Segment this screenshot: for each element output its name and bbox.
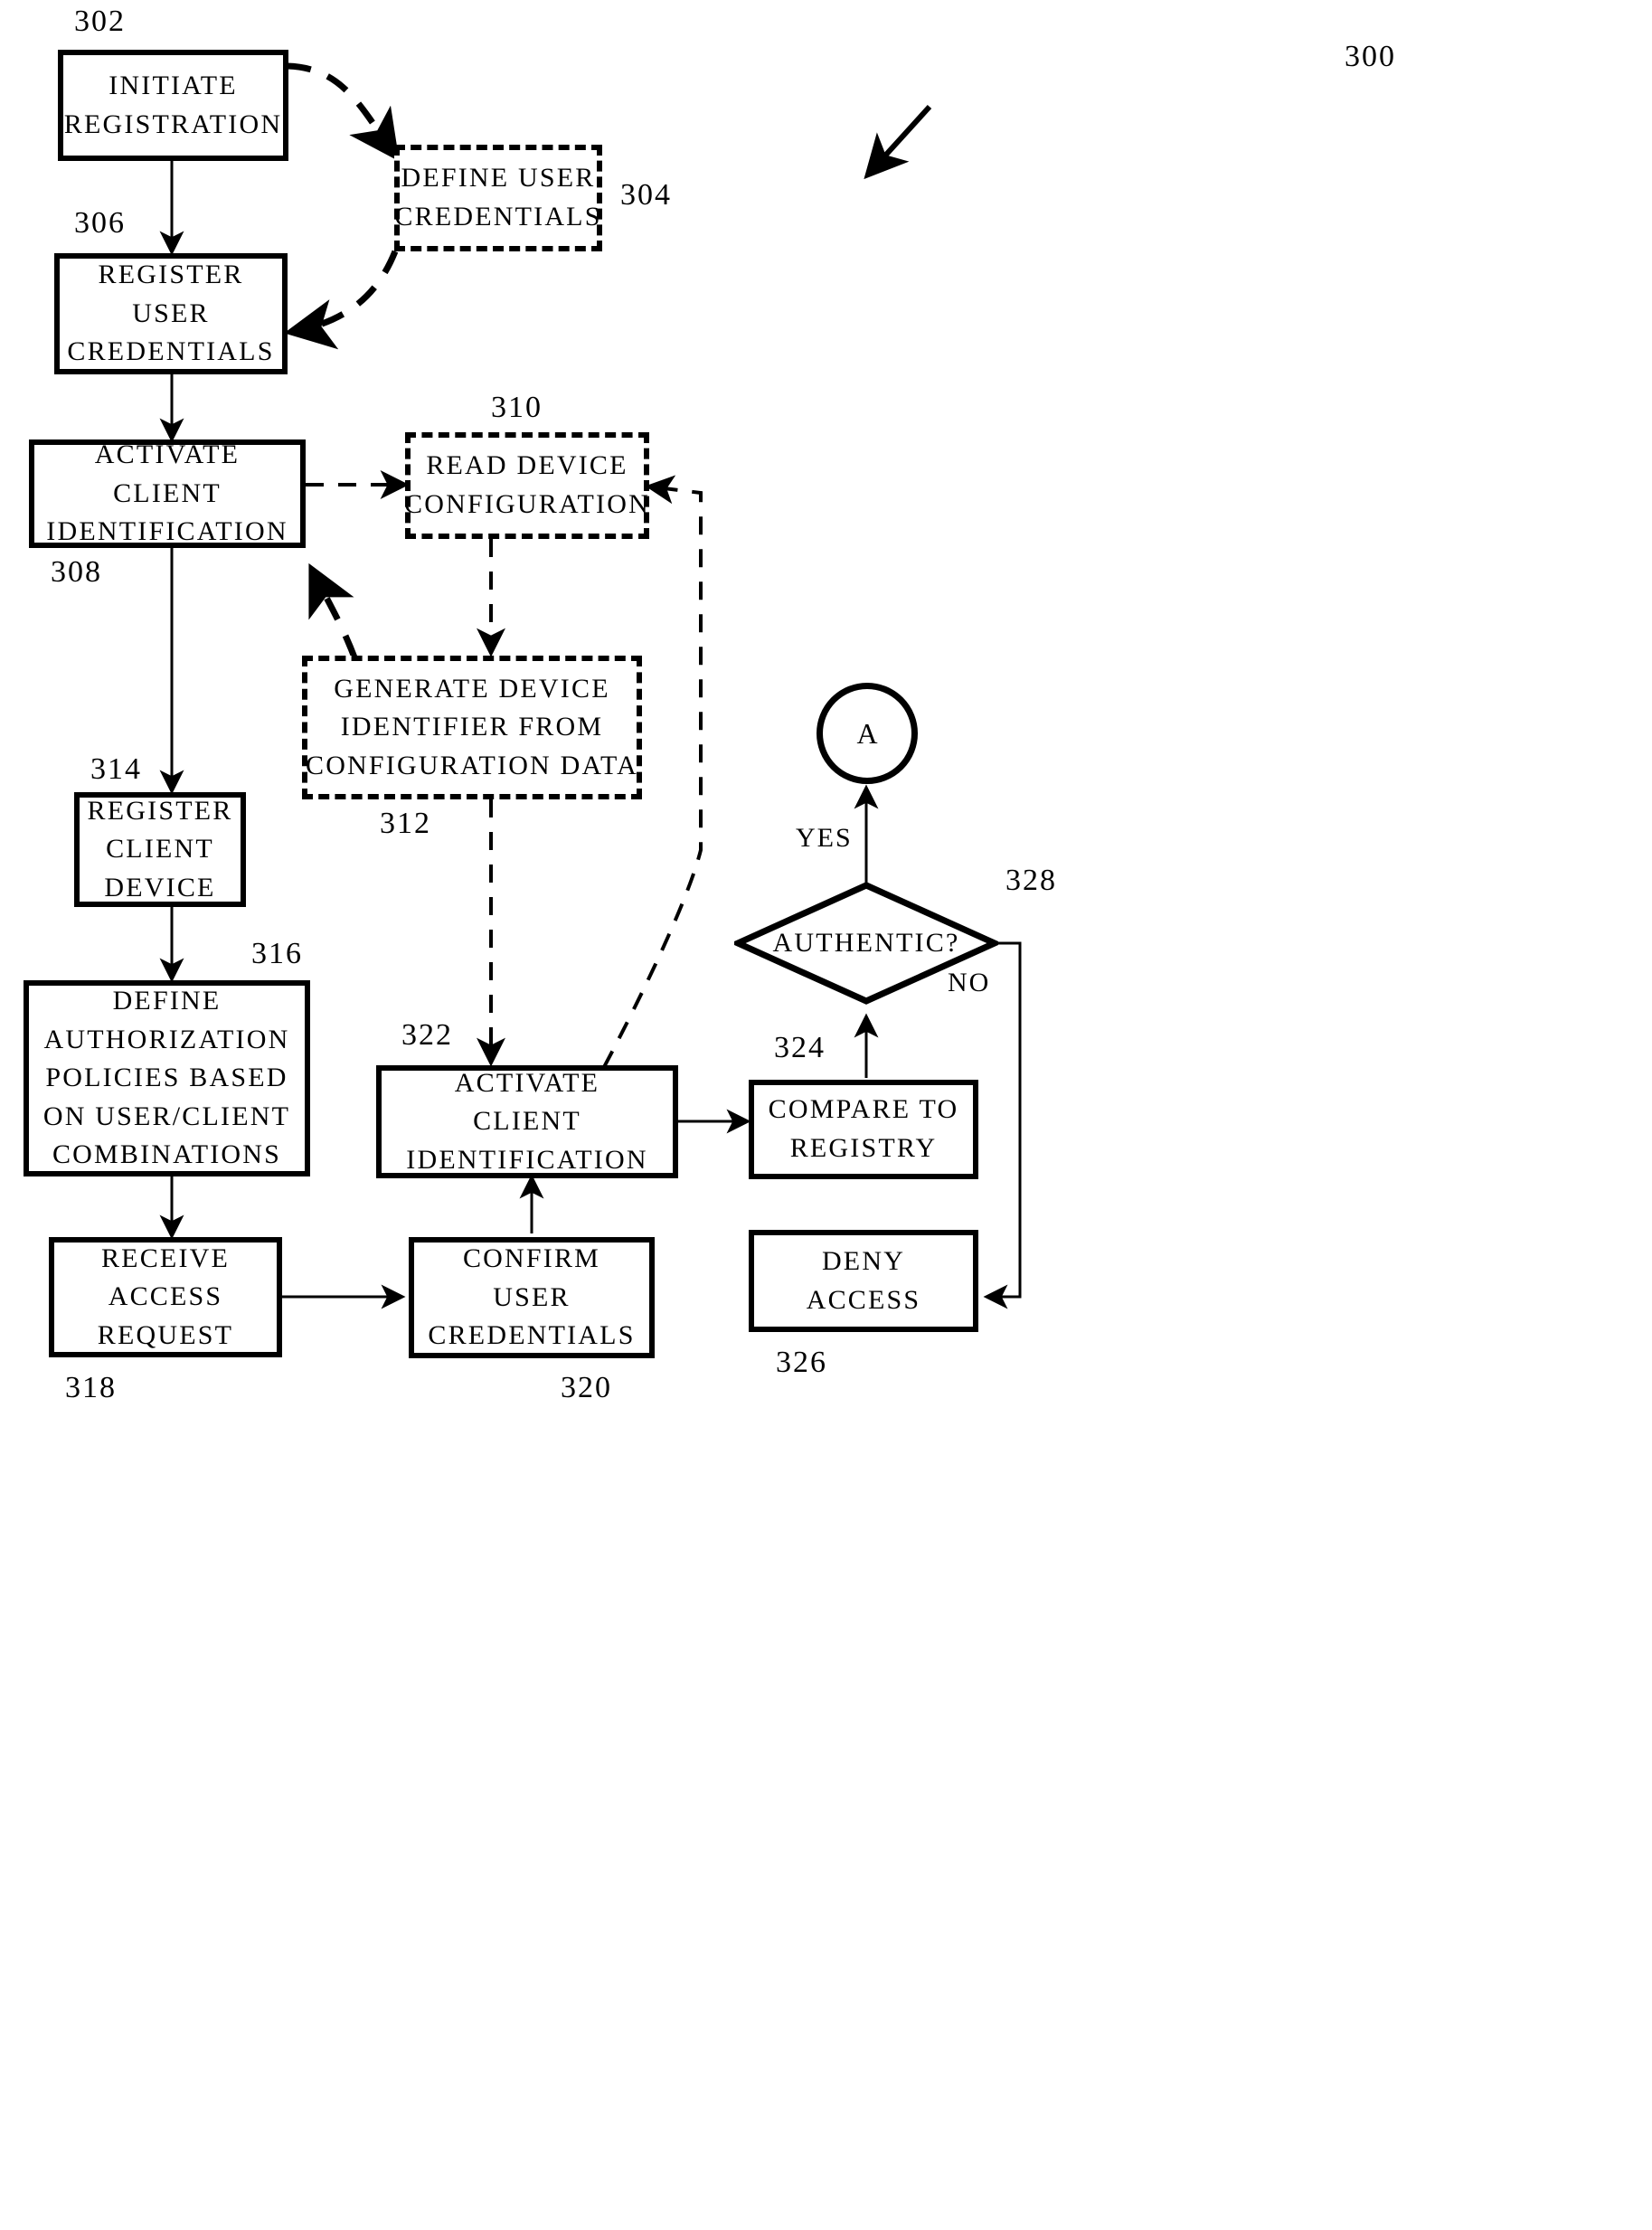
node-320-line-3: CREDENTIALS [428,1320,636,1351]
node-320-line-1: CONFIRM [462,1243,601,1274]
node-324-compare-to-registry[interactable]: COMPARE TO REGISTRY [749,1080,978,1179]
node-328-label: AUTHENTIC? [772,928,960,958]
node-314-register-client-device[interactable]: REGISTER CLIENT DEVICE [74,792,246,907]
ref-322: 322 [401,1018,453,1052]
ref-306: 306 [74,206,126,240]
node-318-line-3: REQUEST [97,1319,234,1350]
ref-314: 314 [90,752,142,786]
node-322-line-3: IDENTIFICATION [406,1144,648,1175]
node-306-line-2: USER [132,298,210,328]
node-306-line-3: CREDENTIALS [67,336,275,367]
ref-328: 328 [1005,864,1057,897]
node-304-line-1: DEFINE USER [401,163,596,194]
node-314-line-1: REGISTER [87,795,233,826]
ref-300-figure: 300 [1345,40,1396,73]
node-302-line-2: REGISTRATION [63,109,283,139]
node-322-line-1: ACTIVATE [454,1067,600,1098]
node-324-line-1: COMPARE TO [768,1094,959,1125]
node-308-activate-client-identification[interactable]: ACTIVATE CLIENT IDENTIFICATION [29,439,306,548]
node-308-line-2: CLIENT [113,477,222,508]
node-326-deny-access[interactable]: DENY ACCESS [749,1230,978,1332]
ref-308: 308 [51,555,102,589]
node-310-read-device-configuration[interactable]: READ DEVICE CONFIGURATION [404,432,650,539]
figure-lead-arrow-300 [864,104,932,180]
edge-label-yes: YES [796,823,853,853]
node-312-line-3: CONFIGURATION DATA [305,750,639,780]
ref-310: 310 [491,391,543,424]
node-310-line-1: READ DEVICE [426,450,628,481]
ref-318: 318 [65,1371,117,1404]
node-316-line-5: COMBINATIONS [52,1139,282,1170]
node-322-line-2: CLIENT [473,1106,581,1137]
node-302-initiate-registration[interactable]: INITIATE REGISTRATION [58,50,288,161]
node-324-line-2: REGISTRY [789,1133,938,1163]
edge-label-no: NO [948,968,991,997]
patent-figure-page: INITIATE REGISTRATION 302 DEFINE USER CR… [0,0,1652,2230]
node-316-line-2: AUTHORIZATION [43,1024,290,1054]
connector-circle-a[interactable]: A [817,683,918,784]
node-314-line-3: DEVICE [104,872,216,902]
ref-312: 312 [380,807,431,840]
node-306-register-user-credentials[interactable]: REGISTER USER CREDENTIALS [54,253,288,374]
node-320-line-2: USER [493,1281,571,1312]
node-326-line-1: DENY [821,1245,906,1276]
node-318-line-1: RECEIVE [100,1243,231,1273]
node-304-line-2: CREDENTIALS [394,202,602,232]
node-316-line-1: DEFINE [112,986,222,1016]
node-316-line-4: ON USER/CLIENT [42,1101,291,1131]
ref-302: 302 [74,5,126,38]
edge-304-to-306 [284,250,399,350]
node-318-receive-access-request[interactable]: RECEIVE ACCESS REQUEST [49,1237,282,1357]
node-314-line-2: CLIENT [106,834,214,865]
node-316-line-3: POLICIES BASED [45,1063,288,1093]
node-312-line-2: IDENTIFIER FROM [340,712,604,742]
ref-320: 320 [561,1371,612,1404]
ref-326: 326 [776,1346,827,1379]
node-316-define-authorization-policies[interactable]: DEFINE AUTHORIZATION POLICIES BASED ON U… [24,980,310,1176]
edge-312-to-308 [308,562,358,659]
node-310-line-2: CONFIGURATION [404,489,650,519]
node-312-line-1: GENERATE DEVICE [334,673,610,704]
node-318-line-2: ACCESS [108,1281,223,1312]
node-302-line-1: INITIATE [109,70,238,100]
node-320-confirm-user-credentials[interactable]: CONFIRM USER CREDENTIALS [409,1237,655,1358]
node-322-activate-client-identification[interactable]: ACTIVATE CLIENT IDENTIFICATION [376,1065,678,1178]
connector-circle-a-label: A [856,716,878,750]
node-304-define-user-credentials[interactable]: DEFINE USER CREDENTIALS [394,145,602,251]
edge-302-to-304 [287,62,400,162]
ref-304: 304 [620,178,672,212]
node-308-line-1: ACTIVATE [94,439,241,470]
node-306-line-1: REGISTER [98,260,244,290]
ref-316: 316 [251,937,303,970]
node-326-line-2: ACCESS [806,1284,921,1315]
ref-324: 324 [774,1031,826,1064]
node-308-line-3: IDENTIFICATION [46,516,288,547]
node-312-generate-device-identifier[interactable]: GENERATE DEVICE IDENTIFIER FROM CONFIGUR… [302,656,642,799]
